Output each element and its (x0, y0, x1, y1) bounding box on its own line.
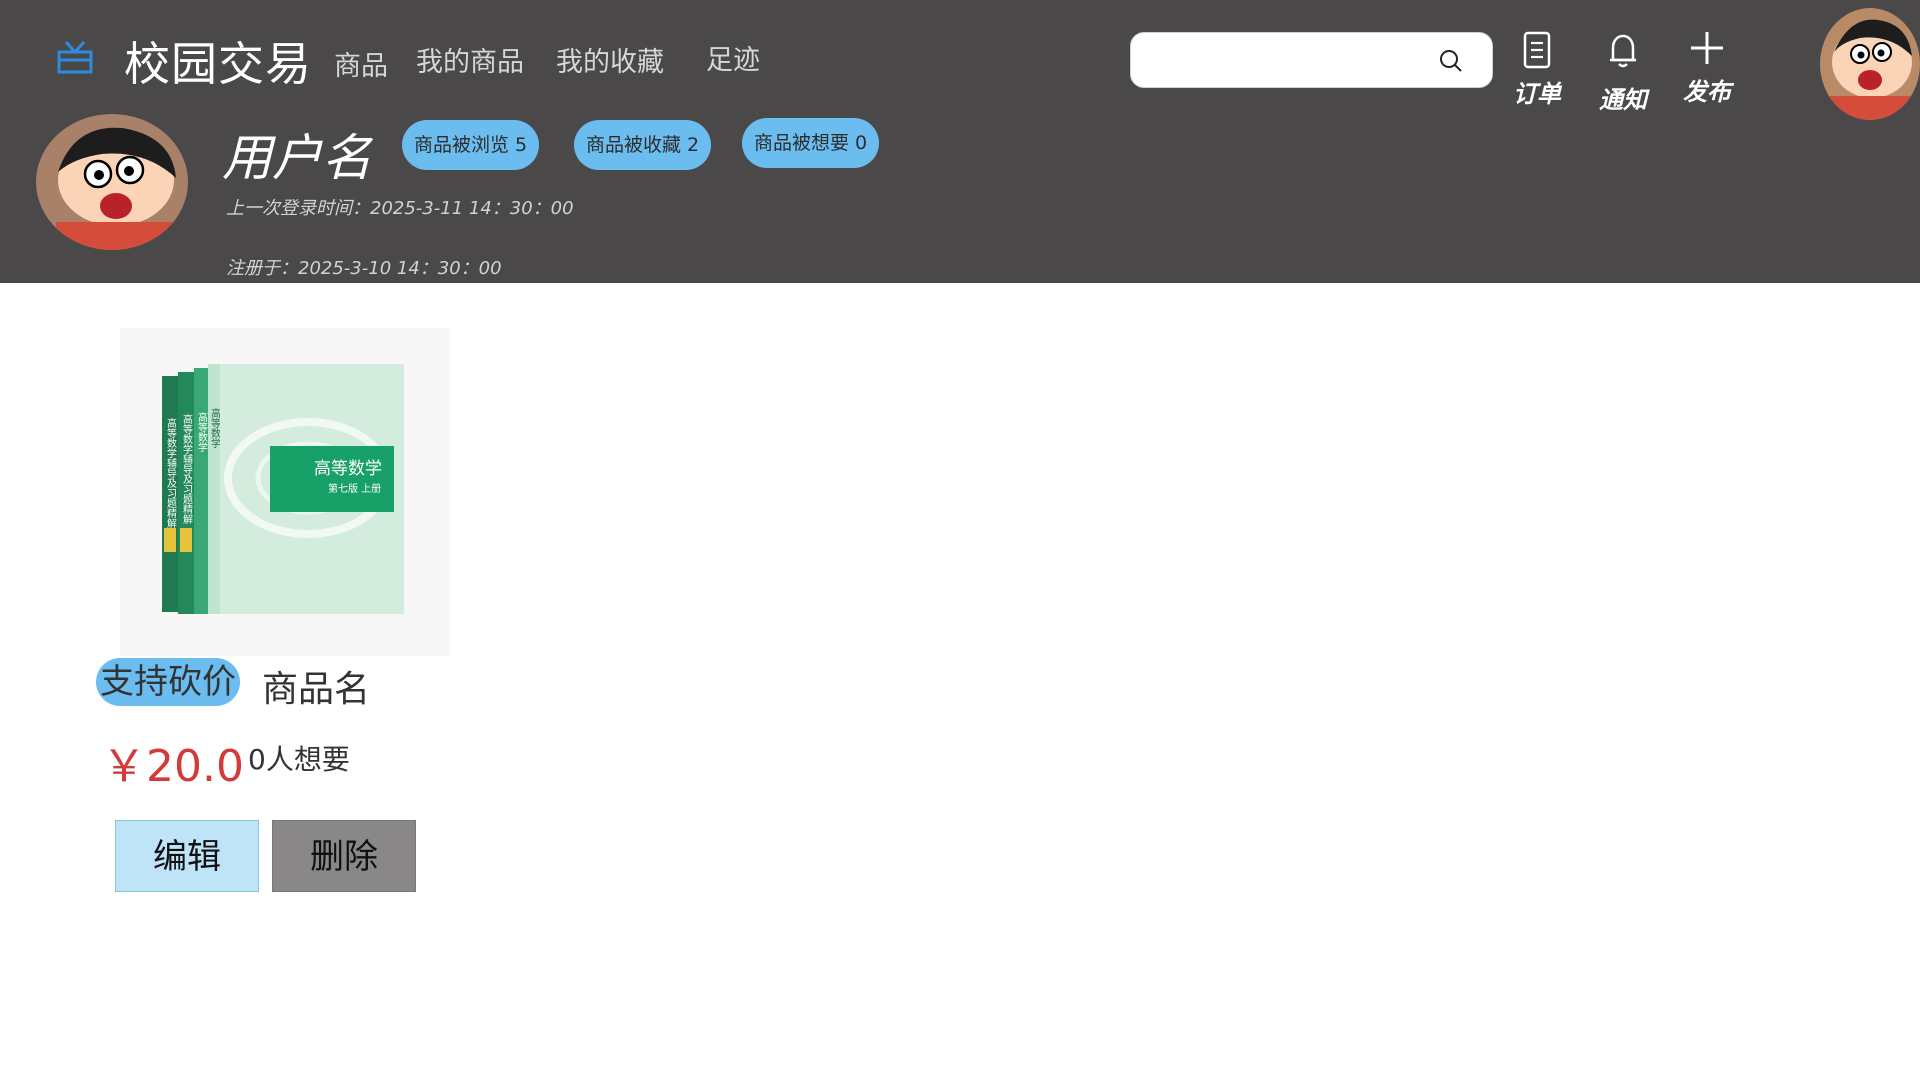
user-avatar-small[interactable] (1820, 8, 1920, 120)
edit-button[interactable]: 编辑 (115, 820, 259, 892)
notifications-label: 通知 (1599, 86, 1647, 114)
bargain-badge: 支持砍价 (96, 658, 240, 706)
last-login-time: 上一次登录时间：2025-3-11 14：30：00 (226, 198, 574, 219)
stat-views-badge: 商品被浏览 5 (402, 120, 540, 170)
cover-edition-text: 第七版 上册 (328, 482, 381, 495)
profile-avatar[interactable] (36, 114, 188, 250)
spine-3-text: 高等数学 (196, 411, 208, 452)
product-name[interactable]: 商品名 (262, 660, 370, 712)
document-icon (1523, 31, 1551, 69)
registration-time: 注册于：2025-3-10 14：30：00 (226, 258, 502, 279)
site-brand[interactable]: 校园交易 (124, 28, 312, 94)
spine-4-text: 高等数学 (209, 407, 221, 448)
delete-button[interactable]: 删除 (272, 820, 416, 892)
search-box (1130, 32, 1493, 88)
cover-title-text: 高等数学 (314, 459, 382, 479)
bell-icon (1610, 34, 1636, 68)
want-count: 0人想要 (248, 743, 350, 776)
publish-button[interactable]: 发布 (1672, 30, 1742, 107)
search-input[interactable] (1149, 43, 1439, 77)
nav-products[interactable]: 商品 (334, 44, 388, 83)
notifications-button[interactable]: 通知 (1588, 30, 1658, 115)
product-price: ￥20.0 (102, 741, 244, 792)
spine-1-text: 高等数学辅导及习题精解 (165, 417, 177, 529)
gift-icon[interactable] (56, 38, 94, 74)
nav-footprints[interactable]: 足迹 (706, 38, 760, 77)
nav-my-favorites[interactable]: 我的收藏 (556, 40, 664, 79)
orders-button[interactable]: 订单 (1502, 30, 1572, 109)
search-icon[interactable] (1438, 48, 1464, 74)
stat-favorites-badge: 商品被收藏 2 (574, 120, 712, 170)
orders-label: 订单 (1513, 80, 1561, 108)
plus-icon (1691, 32, 1723, 64)
product-image[interactable]: 高等数学辅导及习题精解 高等数学辅导及习题精解 高等数学 高等数学 高等数学 第… (120, 328, 450, 656)
top-header: 校园交易 商品 我的商品 我的收藏 足迹 订单 通知 发布 用户名 商品被浏览 … (0, 0, 1920, 283)
publish-label: 发布 (1683, 78, 1731, 106)
nav-my-products[interactable]: 我的商品 (416, 40, 524, 79)
spine-2-text: 高等数学辅导及习题精解 (181, 413, 193, 525)
profile-username: 用户名 (222, 129, 372, 187)
stat-wants-badge: 商品被想要 0 (742, 118, 880, 168)
